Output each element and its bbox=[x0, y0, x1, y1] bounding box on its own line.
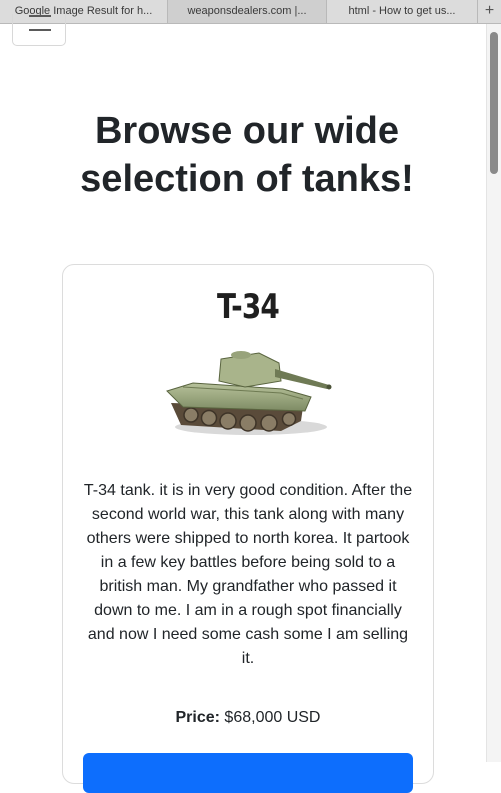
product-price: Price: $68,000 USD bbox=[63, 709, 433, 727]
price-value: $68,000 USD bbox=[224, 709, 321, 726]
product-card: T-34 T-34 tank. it is in very good condi… bbox=[62, 264, 434, 793]
navbar-toggler-button[interactable] bbox=[12, 14, 66, 46]
page-title: Browse our wide selection of tanks! bbox=[80, 110, 414, 200]
price-label: Price: bbox=[175, 709, 220, 726]
browser-tab-stackoverflow[interactable]: html - How to get us... bbox=[327, 0, 478, 23]
browser-tab-bar: Google Image Result for h... weaponsdeal… bbox=[0, 0, 501, 24]
browser-tab-weaponsdealers[interactable]: weaponsdealers.com |... bbox=[168, 0, 327, 23]
hamburger-icon-line bbox=[29, 29, 51, 31]
page-scrollbar[interactable] bbox=[486, 24, 501, 762]
buy-button[interactable] bbox=[83, 753, 413, 793]
product-title: T-34 bbox=[216, 287, 280, 327]
new-tab-button[interactable]: + bbox=[478, 0, 501, 23]
hamburger-icon bbox=[29, 15, 51, 17]
tank-image bbox=[166, 351, 332, 435]
product-description: T-34 tank. it is in very good condition.… bbox=[83, 482, 413, 667]
scrollbar-thumb[interactable] bbox=[490, 32, 498, 174]
